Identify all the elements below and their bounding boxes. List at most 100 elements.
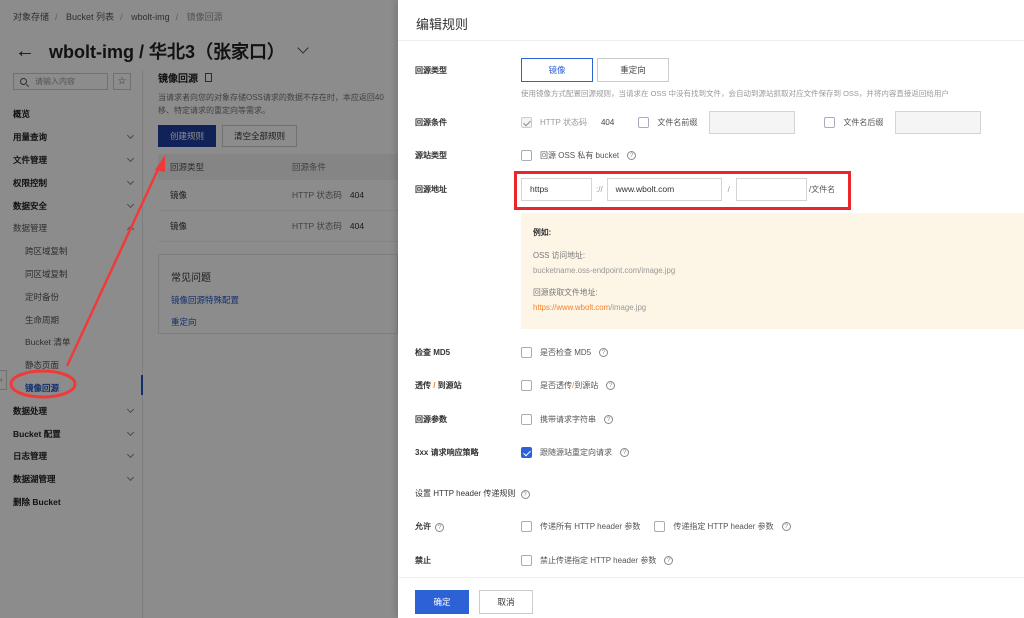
faq-link[interactable]: 镜像回源特殊配置	[171, 294, 385, 306]
faq-link[interactable]: 重定向	[171, 316, 385, 328]
origin-address-label: 回源地址	[415, 185, 447, 194]
sidebar-item-label: 镜像回源	[25, 382, 60, 393]
table-row[interactable]: 镜像 HTTP 状态码 404	[158, 180, 398, 211]
confirm-button[interactable]: 确定	[415, 590, 469, 614]
sidebar-nav: 概览用量查询文件管理权限控制 数据安全 数据管理 跨区域复制 同区域复制 定时备份 生命周期…	[0, 103, 143, 513]
sidebar-item[interactable]: 数据安全	[0, 194, 143, 217]
http-header-rules-title: 设置 HTTP header 传递规则 ?	[415, 488, 530, 499]
document-icon[interactable]	[205, 73, 212, 82]
help-icon[interactable]: ?	[620, 448, 629, 457]
active-indicator	[141, 375, 143, 395]
pass-specific-headers-checkbox[interactable]	[654, 521, 666, 532]
sidebar-item[interactable]: 文件管理	[0, 149, 143, 172]
chevron-down-icon	[126, 154, 135, 163]
md5-option: 是否检查 MD5	[540, 348, 592, 357]
deny-headers-checkbox[interactable]	[521, 555, 532, 566]
background-page: 对象存储 / Bucket 列表 / wbolt-img / 镜像回源 ← wbolt…	[0, 0, 398, 618]
sidebar-item-label: 删除 Bucket	[13, 496, 61, 507]
sidebar-item[interactable]: 日志管理	[0, 445, 143, 468]
sidebar-item[interactable]: Bucket 清单	[0, 331, 143, 354]
pass-all-headers-checkbox[interactable]	[521, 521, 532, 532]
clear-all-rules-button[interactable]: 清空全部规则	[222, 125, 298, 147]
breadcrumb-item[interactable]: Bucket 列表	[66, 12, 114, 22]
chevron-down-icon	[126, 474, 135, 482]
sidebar-item[interactable]: 镜像回源	[0, 377, 143, 400]
help-icon[interactable]: ?	[604, 415, 613, 424]
sidebar-item[interactable]: 删除 Bucket	[0, 491, 143, 514]
query-string-option: 携带请求字符串	[540, 415, 596, 424]
breadcrumb-item[interactable]: 对象存储	[13, 12, 49, 22]
breadcrumb-current: 镜像回源	[186, 12, 223, 22]
sidebar-search-input[interactable]: 请输入内容	[13, 73, 108, 90]
cell-type: 镜像	[170, 190, 188, 200]
cell-condition-value: 404	[349, 190, 365, 200]
passthrough-label-a: 透传	[415, 381, 431, 390]
help-icon[interactable]: ?	[781, 522, 791, 531]
passthrough-option-a: 是否透传	[540, 381, 572, 390]
page-title: wbolt-img / 华北3（张家口）	[49, 42, 285, 62]
sidebar-item[interactable]: 数据湖管理	[0, 468, 143, 491]
example-origin-rest: /image.jpg	[610, 303, 647, 312]
chevron-down-icon	[126, 177, 135, 185]
cell-condition: HTTP 状态码	[292, 190, 342, 200]
chevron-down-icon	[126, 132, 135, 140]
example-origin-highlight: https://www.wbolt.com	[533, 303, 611, 312]
http-status-label: HTTP 状态码	[540, 118, 587, 127]
help-icon[interactable]: ?	[435, 523, 444, 532]
breadcrumb-item[interactable]: wbolt-img	[131, 12, 170, 22]
sidebar-item[interactable]: 静态页面	[0, 354, 143, 377]
filename-prefix-label: 文件名前缀	[657, 118, 698, 127]
filename-prefix-checkbox[interactable]	[638, 117, 650, 128]
sidebar-item[interactable]: 生命周期	[0, 308, 143, 331]
rules-table: 回源类型 回源条件 镜像 HTTP 状态码 404 镜像 HTTP 状态码 404	[158, 154, 398, 242]
sidebar-item[interactable]: 跨区域复制	[0, 240, 143, 263]
star-icon[interactable]: ☆	[113, 73, 131, 90]
collapse-sidebar-icon[interactable]: ‹	[0, 370, 7, 390]
sidebar-item-label: 用量查询	[13, 132, 48, 143]
help-icon[interactable]: ?	[520, 490, 530, 499]
filename-suffix-input[interactable]	[895, 111, 982, 134]
sidebar-item[interactable]: 数据处理	[0, 399, 143, 422]
private-bucket-checkbox[interactable]	[521, 150, 532, 161]
follow-redirect-checkbox[interactable]	[521, 447, 532, 458]
sidebar-item[interactable]: Bucket 配置	[0, 422, 143, 445]
create-rule-button[interactable]: 创建规则	[158, 125, 217, 147]
sidebar-item-label: Bucket 清单	[25, 337, 71, 348]
help-icon[interactable]: ?	[606, 381, 616, 390]
help-icon[interactable]: ?	[627, 151, 637, 160]
md5-checkbox[interactable]	[521, 347, 532, 358]
sidebar-item-label: 数据湖管理	[13, 474, 56, 485]
md5-label: 检查 MD5	[415, 348, 451, 357]
chevron-down-icon[interactable]	[297, 42, 309, 54]
chevron-down-icon	[126, 405, 135, 413]
section-title-text: 镜像回源	[158, 74, 198, 85]
chevron-down-icon	[126, 451, 135, 459]
sidebar-item-label: Bucket 配置	[13, 428, 61, 439]
sidebar-item[interactable]: 概览	[0, 103, 143, 126]
sidebar-item[interactable]: 用量查询	[0, 126, 143, 149]
passthrough-label: 透传 / 到源站	[415, 380, 521, 391]
filename-suffix-checkbox[interactable]	[824, 117, 836, 128]
breadcrumb: 对象存储 / Bucket 列表 / wbolt-img / 镜像回源	[13, 12, 223, 22]
table-row[interactable]: 镜像 HTTP 状态码 404	[158, 211, 398, 242]
sidebar-item[interactable]: 同区域复制	[0, 263, 143, 286]
sidebar-item[interactable]: 权限控制	[0, 171, 143, 194]
sidebar-item-label: 文件管理	[13, 154, 48, 165]
cancel-button[interactable]: 取消	[479, 590, 533, 614]
example-title: 例如:	[533, 228, 552, 237]
sidebar-item[interactable]: 数据管理	[0, 217, 143, 240]
sidebar-item[interactable]: 定时备份	[0, 285, 143, 308]
help-icon[interactable]: ?	[599, 348, 609, 357]
chevron-down-icon	[126, 200, 135, 208]
origin-type-label: 源站类型	[415, 151, 447, 160]
source-type-mirror-option[interactable]: 镜像	[521, 58, 593, 82]
description-line: 移、特定请求的重定向等需求。	[158, 106, 270, 115]
back-arrow-icon[interactable]: ←	[15, 40, 35, 63]
passthrough-option-b: 到源站	[574, 381, 599, 390]
pass-all-headers-option: 传递所有 HTTP header 参数	[540, 522, 641, 531]
passthrough-checkbox[interactable]	[521, 380, 532, 391]
source-type-redirect-option[interactable]: 重定向	[597, 58, 669, 82]
filename-prefix-input[interactable]	[709, 111, 796, 134]
query-string-checkbox[interactable]	[521, 414, 532, 425]
help-icon[interactable]: ?	[664, 556, 674, 565]
